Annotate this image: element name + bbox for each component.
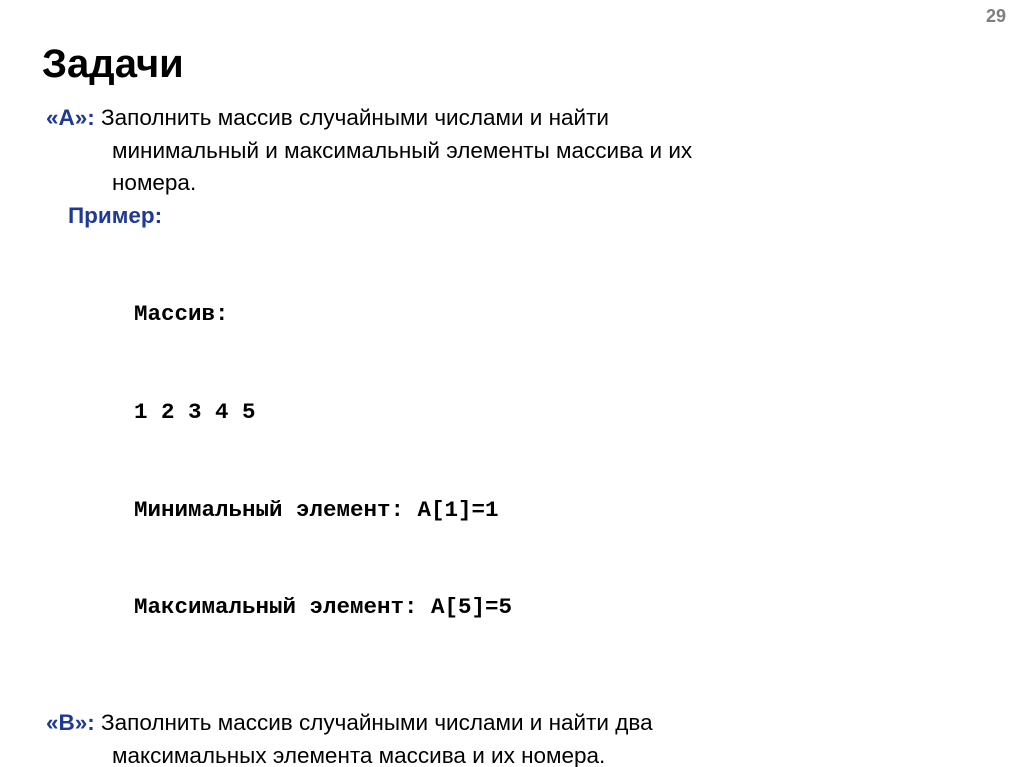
task-a-code-line-4: Максимальный элемент: A[5]=5 — [134, 591, 978, 624]
task-a-desc-line1: Заполнить массив случайными числами и на… — [95, 105, 609, 130]
task-a-desc-line2: минимальный и максимальный элементы масс… — [46, 135, 978, 168]
task-a-description: «A»: Заполнить массив случайными числами… — [46, 102, 978, 200]
task-b: «B»: Заполнить массив случайными числами… — [46, 707, 978, 767]
task-a-code: Массив: 1 2 3 4 5 Минимальный элемент: A… — [46, 233, 978, 690]
task-b-description: «B»: Заполнить массив случайными числами… — [46, 707, 978, 767]
task-b-desc-line2: максимальных элемента массива и их номер… — [46, 740, 978, 767]
task-a: «A»: Заполнить массив случайными числами… — [46, 102, 978, 689]
page-number: 29 — [986, 6, 1006, 27]
task-a-label: «A»: — [46, 105, 95, 130]
task-a-desc-line3: номера. — [46, 167, 978, 200]
task-b-label: «B»: — [46, 710, 95, 735]
task-a-code-line-2: 1 2 3 4 5 — [134, 396, 978, 429]
task-a-code-line-1: Массив: — [134, 298, 978, 331]
content-area: «A»: Заполнить массив случайными числами… — [46, 102, 978, 767]
slide: 29 Задачи «A»: Заполнить массив случайны… — [0, 0, 1024, 767]
page-title: Задачи — [42, 42, 184, 87]
task-a-example-label: Пример: — [46, 200, 162, 233]
task-b-desc-line1: Заполнить массив случайными числами и на… — [95, 710, 653, 735]
task-a-code-line-3: Минимальный элемент: A[1]=1 — [134, 494, 978, 527]
